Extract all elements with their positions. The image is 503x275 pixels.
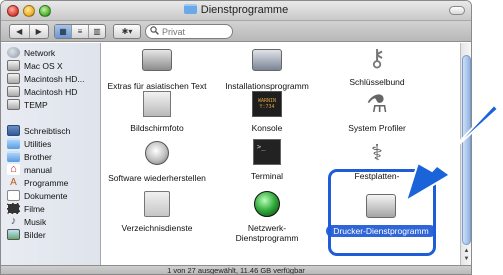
sidebar-item-label: Macintosh HD... [24, 73, 85, 84]
sidebar-item-label: Network [24, 47, 56, 58]
file-item[interactable]: ⚷ Schlüsselbund [322, 45, 432, 88]
list-view-button[interactable]: ≡ [72, 25, 89, 38]
file-item-label: Terminal [250, 171, 284, 181]
network-icon [7, 47, 20, 58]
file-item[interactable]: Bildschirmfoto [102, 91, 212, 134]
folder-icon [7, 138, 20, 149]
sidebar-item-label: Filme [24, 203, 45, 214]
sidebar-item-label: Mac OS X [24, 60, 63, 71]
sidebar-item-label: Musik [24, 216, 47, 227]
console-icon: WARNIN Y:734 [252, 91, 282, 119]
keychain-icon: ⚷ [368, 45, 386, 72]
sidebar-item-musik[interactable]: ♪ Musik [1, 215, 100, 228]
file-item[interactable]: Installationsprogramm [212, 45, 322, 92]
sidebar-item-dokumente[interactable]: Dokumente [1, 189, 100, 202]
hard-disk-icon [7, 60, 20, 71]
terminal-icon: >_ [252, 139, 282, 167]
file-item-label: Verzeichnisdienste [121, 223, 193, 233]
sidebar-item-label: manual [24, 164, 52, 175]
documents-icon [7, 190, 20, 201]
sidebar-item-temp[interactable]: TEMP [1, 98, 100, 111]
directory-services-icon [142, 191, 172, 219]
file-item-label: Schlüsselbund [349, 77, 405, 87]
software-restore-icon [142, 141, 172, 169]
screenshot-icon [142, 91, 172, 119]
file-item-label: Konsole [251, 123, 283, 133]
hard-disk-icon [7, 99, 20, 110]
applications-icon: A [10, 177, 17, 188]
column-view-button[interactable]: ▥ [89, 25, 105, 38]
sidebar-item-macintosh-hd-1[interactable]: Macintosh HD... [1, 72, 100, 85]
file-item[interactable]: >_ Terminal [212, 139, 322, 182]
file-item-label: Software wiederherstellen [108, 173, 206, 183]
icon-view-button[interactable]: ▦ [55, 25, 72, 38]
sidebar-item-label: Programme [24, 177, 69, 188]
sidebar-item-utilities[interactable]: Utilities [1, 137, 100, 150]
sidebar-item-label: Macintosh HD [24, 86, 78, 97]
sidebar-item-macintosh-hd-2[interactable]: Macintosh HD [1, 85, 100, 98]
network-utility-icon [252, 191, 282, 219]
sidebar-item-network[interactable]: Network [1, 46, 100, 59]
file-item[interactable]: Extras für asiatischen Text [102, 45, 212, 92]
file-item[interactable]: WARNIN Y:734 Konsole [212, 91, 322, 134]
sidebar-item-label: Schreibtisch [24, 125, 71, 136]
view-switcher: ▦ ≡ ▥ [54, 24, 106, 39]
back-forward-control: ◀ ▶ [9, 24, 49, 39]
gear-icon[interactable]: ✱▾ [114, 25, 140, 38]
action-menu[interactable]: ✱▾ [113, 24, 141, 39]
window-title-text: Dienstprogramme [200, 4, 289, 16]
printer-utility-icon [366, 194, 396, 222]
back-button[interactable]: ◀ [10, 25, 30, 38]
file-item[interactable]: Software wiederherstellen [102, 139, 212, 184]
scroll-up-arrow-icon[interactable]: ▲ [462, 247, 471, 255]
file-item[interactable]: Verzeichnisdienste [102, 191, 212, 234]
sidebar-item-manual[interactable]: ⌂ manual [1, 163, 100, 176]
movies-icon [7, 203, 20, 214]
sidebar: Network Mac OS X Macintosh HD... Macinto… [1, 43, 101, 265]
sidebar-item-schreibtisch[interactable]: Schreibtisch [1, 124, 100, 137]
search-field[interactable] [145, 24, 233, 39]
sidebar-item-label: Bilder [24, 229, 46, 240]
music-icon: ♪ [10, 215, 17, 227]
toolbar: ◀ ▶ ▦ ≡ ▥ ✱▾ [1, 21, 471, 42]
sidebar-item-label: Utilities [24, 138, 52, 149]
title-bar[interactable]: Dienstprogramme [1, 1, 471, 21]
file-item-label: Netzwerk-Dienstprogramm [235, 223, 299, 243]
status-bar: 1 von 27 ausgewählt, 11.46 GB verfügbar [1, 265, 471, 274]
home-icon: ⌂ [7, 164, 20, 175]
sidebar-item-label: Brother [24, 151, 52, 162]
sidebar-item-programme[interactable]: A Programme [1, 176, 100, 189]
hard-disk-icon [7, 73, 20, 84]
window-title: Dienstprogramme [1, 4, 471, 16]
file-item[interactable]: Netzwerk-Dienstprogramm [212, 191, 322, 244]
sidebar-item-bilder[interactable]: Bilder [1, 228, 100, 241]
search-icon [150, 26, 159, 37]
disk-utility-icon: ⚕ [371, 140, 383, 165]
search-input[interactable] [162, 26, 222, 37]
desktop-icon [7, 125, 20, 136]
toolbar-toggle-button[interactable] [449, 6, 465, 15]
installer-icon [252, 49, 282, 77]
file-item-label: Bildschirmfoto [130, 123, 184, 133]
pictures-icon [7, 229, 20, 240]
folder-icon [7, 151, 20, 162]
hard-disk-icon [7, 86, 20, 97]
forward-button[interactable]: ▶ [30, 25, 49, 38]
file-item-label: Drucker-Dienstprogramm [326, 225, 436, 237]
scroll-down-arrow-icon[interactable]: ▼ [462, 255, 471, 263]
sidebar-item-filme[interactable]: Filme [1, 202, 100, 215]
pointer-arrow-icon [404, 105, 500, 204]
sidebar-item-label: TEMP [24, 99, 48, 110]
sidebar-item-brother[interactable]: Brother [1, 150, 100, 163]
asian-text-extras-icon [142, 49, 172, 77]
sidebar-item-mac-os-x[interactable]: Mac OS X [1, 59, 100, 72]
folder-icon [183, 4, 197, 14]
sidebar-item-label: Dokumente [24, 190, 68, 201]
system-profiler-icon: ⚗ [366, 91, 388, 118]
